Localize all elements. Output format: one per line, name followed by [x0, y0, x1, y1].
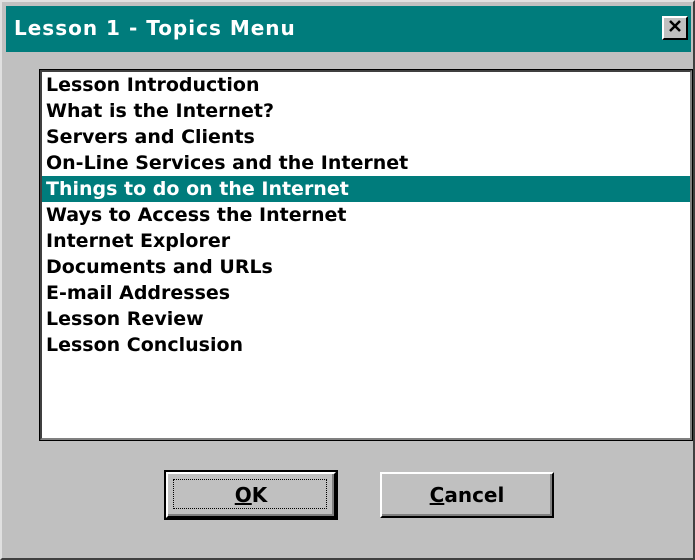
list-item[interactable]: Ways to Access the Internet: [42, 202, 690, 228]
list-item[interactable]: E-mail Addresses: [42, 280, 690, 306]
close-icon: [668, 19, 682, 38]
ok-button[interactable]: OK: [164, 470, 338, 520]
list-item[interactable]: Lesson Review: [42, 306, 690, 332]
list-item[interactable]: Servers and Clients: [42, 124, 690, 150]
list-item-selected[interactable]: Things to do on the Internet: [42, 176, 690, 202]
list-item[interactable]: On-Line Services and the Internet: [42, 150, 690, 176]
close-button[interactable]: [662, 16, 688, 40]
topics-dialog: Lesson 1 - Topics Menu Lesson Introducti…: [0, 0, 695, 560]
list-item[interactable]: Documents and URLs: [42, 254, 690, 280]
title-bar[interactable]: Lesson 1 - Topics Menu: [6, 6, 691, 52]
list-item[interactable]: Lesson Conclusion: [42, 332, 690, 358]
cancel-button[interactable]: Cancel: [380, 472, 554, 518]
focus-ring: [173, 479, 327, 509]
list-item[interactable]: What is the Internet?: [42, 98, 690, 124]
list-item[interactable]: Lesson Introduction: [42, 72, 690, 98]
list-item[interactable]: Internet Explorer: [42, 228, 690, 254]
cancel-button-label: Cancel: [429, 483, 505, 507]
topics-listbox[interactable]: Lesson Introduction What is the Internet…: [39, 69, 693, 441]
window-title: Lesson 1 - Topics Menu: [14, 16, 296, 40]
